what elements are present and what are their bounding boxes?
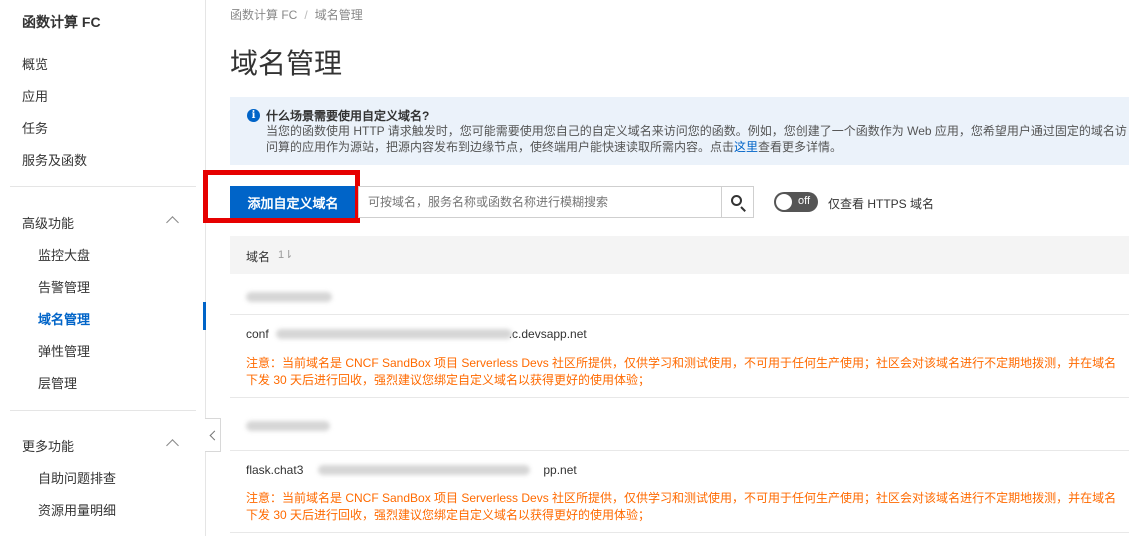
redacted-service-name (246, 421, 330, 431)
search-icon (731, 195, 742, 206)
sidebar-item-overview[interactable]: 概览 (22, 54, 48, 73)
info-banner: i 什么场景需要使用自定义域名? 当您的函数使用 HTTP 请求触发时，您可能需… (230, 97, 1129, 165)
chevron-left-icon (209, 430, 219, 440)
sidebar-item-alerts[interactable]: 告警管理 (38, 277, 90, 296)
sidebar-item-monitor[interactable]: 监控大盘 (38, 245, 90, 264)
sidebar: 函数计算 FC 概览 应用 任务 服务及函数 高级功能 监控大盘 告警管理 域名… (0, 0, 206, 536)
table-header: 域名 1⇂ (230, 236, 1129, 274)
sidebar-divider (10, 186, 196, 187)
https-only-toggle[interactable]: off (774, 192, 818, 212)
breadcrumb: 函数计算 FC / 域名管理 (230, 8, 363, 22)
sidebar-group-advanced[interactable]: 高级功能 (22, 213, 74, 232)
sidebar-collapse-button[interactable] (205, 418, 221, 452)
breadcrumb-root[interactable]: 函数计算 FC (230, 8, 297, 22)
domain-warning: 注意：当前域名是 CNCF SandBox 项目 Serverless Devs… (246, 356, 1117, 387)
toggle-state: off (798, 195, 811, 207)
info-body: 当您的函数使用 HTTP 请求触发时，您可能需要使用您自己的自定义域名来访问您的… (266, 124, 1127, 154)
domain-warning: 注意：当前域名是 CNCF SandBox 项目 Serverless Devs… (246, 491, 1117, 522)
chevron-up-icon[interactable] (166, 439, 179, 452)
https-only-label: 仅查看 HTTPS 域名 (828, 197, 935, 211)
breadcrumb-current: 域名管理 (314, 8, 363, 22)
sidebar-item-domains[interactable]: 域名管理 (38, 309, 90, 328)
page-title: 域名管理 (230, 48, 343, 79)
sidebar-item-tasks[interactable]: 任务 (22, 118, 48, 137)
chevron-up-icon[interactable] (166, 216, 179, 229)
sidebar-title: 函数计算 FC (22, 14, 101, 30)
sidebar-group-more[interactable]: 更多功能 (22, 436, 74, 455)
redacted-domain (318, 465, 530, 475)
redacted-domain (276, 329, 512, 339)
info-icon: i (247, 109, 260, 122)
column-domain: 域名 (246, 250, 271, 264)
redacted-service-name (246, 292, 332, 302)
highlight-box (203, 170, 360, 223)
info-link[interactable]: 这里 (734, 140, 758, 154)
sidebar-item-usage[interactable]: 资源用量明细 (38, 500, 116, 519)
sidebar-item-apps[interactable]: 应用 (22, 86, 48, 105)
active-indicator (203, 302, 206, 330)
info-title: 什么场景需要使用自定义域名? (266, 109, 430, 123)
sidebar-divider (10, 410, 196, 411)
search-input[interactable] (358, 186, 722, 218)
sidebar-item-scaling[interactable]: 弹性管理 (38, 341, 90, 360)
sidebar-item-services[interactable]: 服务及函数 (22, 150, 87, 169)
search-button[interactable] (721, 186, 754, 218)
sidebar-item-troubleshoot[interactable]: 自助问题排查 (38, 468, 116, 487)
sort-icon[interactable]: 1⇂ (278, 248, 293, 261)
toggle-knob (776, 194, 792, 210)
sidebar-item-layers[interactable]: 层管理 (38, 373, 77, 392)
